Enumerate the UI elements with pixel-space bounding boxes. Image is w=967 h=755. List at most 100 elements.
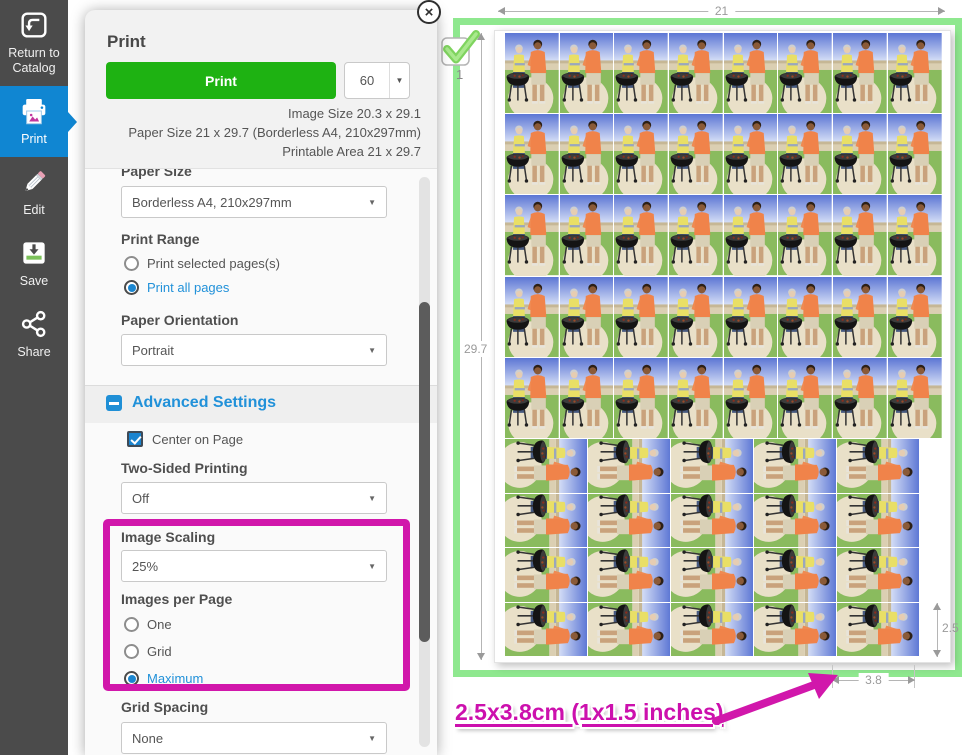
print-dialog-title: Print	[107, 32, 146, 51]
photo-thumbnail	[723, 195, 779, 277]
sidebar-item-print[interactable]: Print	[0, 86, 77, 157]
radio-icon	[124, 280, 139, 295]
photo-thumbnail	[669, 276, 724, 358]
photo-thumbnail-rotated	[588, 439, 672, 494]
rotated-photo-grid	[505, 439, 921, 658]
share-icon	[17, 308, 51, 340]
sidebar-item-share[interactable]: Share	[0, 299, 68, 370]
photo-thumbnail	[723, 33, 779, 115]
close-button[interactable]: ×	[417, 0, 441, 24]
page-selected-checkmark[interactable]	[436, 27, 482, 71]
settings-scroll-area: Paper Size Borderless A4, 210x297mm ▼ Pr…	[85, 168, 437, 755]
paper-orientation-value: Portrait	[132, 342, 174, 358]
chevron-down-icon: ▼	[368, 493, 376, 503]
radio-images-one[interactable]: One	[124, 617, 172, 632]
photo-thumbnail-rotated	[588, 493, 672, 549]
paper-orientation-label: Paper Orientation	[121, 312, 239, 328]
photo-thumbnail	[887, 195, 943, 277]
sidebar-item-label: Share	[17, 345, 51, 359]
photo-thumbnail-rotated	[754, 548, 838, 603]
panel-scrollbar-thumb[interactable]	[419, 302, 430, 642]
return-icon	[17, 9, 51, 41]
sidebar-item-save[interactable]: Save	[0, 228, 68, 299]
photo-thumbnail-rotated	[588, 602, 672, 658]
image-scaling-select[interactable]: 25% ▼	[121, 550, 387, 582]
print-range-label: Print Range	[121, 231, 200, 247]
photo-thumbnail	[614, 195, 670, 277]
radio-label: Grid	[147, 644, 172, 659]
photo-thumbnail	[505, 33, 560, 115]
photo-thumbnail-rotated	[505, 439, 589, 494]
photo-thumbnail-rotated	[505, 493, 589, 549]
paper-orientation-select[interactable]: Portrait ▼	[121, 334, 387, 366]
photo-thumbnail-rotated	[505, 548, 589, 603]
sidebar-item-label: Print	[21, 132, 47, 146]
radio-icon	[124, 671, 139, 686]
photo-thumbnail-rotated	[754, 493, 838, 549]
radio-label: Print selected pages(s)	[147, 256, 280, 271]
radio-label: Maximum	[147, 671, 204, 686]
radio-icon	[124, 256, 139, 271]
photo-thumbnail-rotated	[588, 548, 672, 603]
photo-thumbnail	[887, 33, 943, 115]
radio-images-grid[interactable]: Grid	[124, 644, 172, 659]
print-dialog: Print Print 60 ▼ Image Size 20.3 x 29.1 …	[85, 10, 437, 755]
sidebar-item-edit[interactable]: Edit	[0, 157, 68, 228]
size-annotation-text: 2.5x3.8cm (1x1.5 inches)	[455, 699, 724, 725]
photo-thumbnail	[614, 357, 670, 439]
image-scaling-value: 25%	[132, 558, 159, 574]
sidebar-item-label: Save	[19, 274, 49, 288]
print-button[interactable]: Print	[106, 62, 336, 99]
portrait-photo-grid	[505, 33, 943, 439]
photo-thumbnail	[778, 195, 834, 277]
photo-thumbnail	[723, 114, 779, 196]
copies-select[interactable]: 60 ▼	[344, 62, 410, 99]
radio-icon	[124, 644, 139, 659]
photo-thumbnail	[833, 114, 888, 196]
photo-thumbnail	[778, 33, 834, 115]
image-size-info: Image Size 20.3 x 29.1	[288, 106, 421, 121]
photo-thumbnail	[778, 276, 834, 358]
checkbox-checked-icon	[127, 431, 143, 447]
photo-thumbnail	[614, 33, 670, 115]
chevron-down-icon: ▼	[389, 63, 409, 98]
photo-thumbnail-rotated	[837, 602, 921, 658]
images-per-page-label: Images per Page	[121, 591, 233, 607]
center-on-page-checkbox[interactable]: Center on Page	[127, 431, 243, 447]
cell-width-label: 3.8	[858, 672, 889, 687]
photo-thumbnail	[505, 276, 560, 358]
cell-height-label: 2.5	[942, 621, 959, 635]
image-scaling-label: Image Scaling	[121, 529, 216, 545]
radio-print-selected-pages[interactable]: Print selected pages(s)	[124, 256, 280, 271]
photo-thumbnail-rotated	[754, 439, 838, 494]
photo-thumbnail	[778, 357, 834, 439]
radio-images-maximum[interactable]: Maximum	[124, 671, 203, 686]
chevron-down-icon: ▼	[368, 733, 376, 743]
photo-thumbnail	[833, 195, 888, 277]
two-sided-value: Off	[132, 490, 150, 506]
photo-thumbnail	[669, 33, 724, 115]
photo-thumbnail	[833, 276, 888, 358]
sidebar-item-return-to-catalog[interactable]: Return to Catalog	[0, 0, 68, 86]
photo-thumbnail	[669, 114, 724, 196]
photo-thumbnail-rotated	[754, 602, 838, 658]
photo-thumbnail-rotated	[837, 439, 921, 494]
collapse-icon	[106, 395, 122, 411]
photo-thumbnail	[559, 114, 615, 196]
page-width-dimension: 21	[498, 3, 945, 18]
save-icon	[17, 237, 51, 269]
photo-thumbnail	[833, 357, 888, 439]
grid-spacing-select[interactable]: None ▼	[121, 722, 387, 754]
advanced-settings-toggle[interactable]: Advanced Settings	[106, 394, 276, 412]
photo-thumbnail	[505, 114, 560, 196]
photo-thumbnail	[778, 114, 834, 196]
photo-thumbnail	[669, 195, 724, 277]
two-sided-select[interactable]: Off ▼	[121, 482, 387, 514]
sidebar-item-label: Return to Catalog	[8, 46, 60, 75]
paper-size-select[interactable]: Borderless A4, 210x297mm ▼	[121, 186, 387, 218]
photo-thumbnail	[669, 357, 724, 439]
photo-thumbnail	[559, 357, 615, 439]
photo-thumbnail-rotated	[505, 602, 589, 658]
radio-print-all-pages[interactable]: Print all pages	[124, 280, 229, 295]
photo-thumbnail-rotated	[671, 548, 755, 603]
